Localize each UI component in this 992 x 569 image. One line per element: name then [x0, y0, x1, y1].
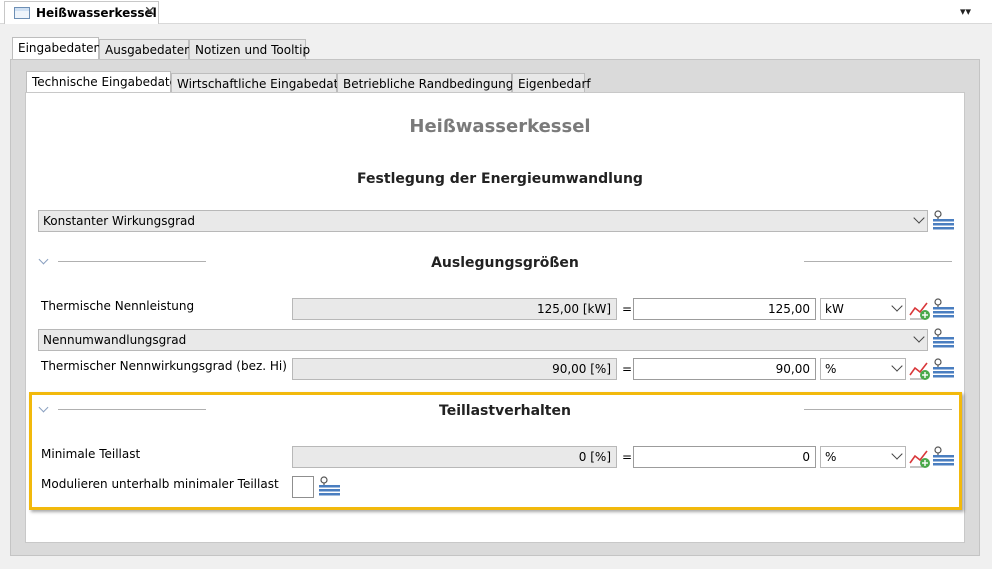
chevron-down-icon [891, 448, 903, 460]
section-heading-auslegungsgroessen: Auslegungsgrößen [431, 255, 579, 271]
tab-wirtschaftliche-eingabedaten[interactable]: Wirtschaftliche Eingabedaten [171, 73, 353, 94]
divider [58, 261, 206, 262]
equals-sign: = [622, 362, 633, 376]
nennleistung-input[interactable]: 125,00 [633, 298, 816, 320]
tab-eingabedaten[interactable]: Eingabedaten [12, 37, 101, 60]
divider [804, 409, 952, 410]
equals-sign: = [622, 302, 633, 316]
unit-value: kW [825, 302, 844, 316]
pin-list-icon[interactable] [318, 475, 340, 497]
chart-add-icon[interactable] [909, 447, 931, 469]
field-label-minimale-teillast: Minimale Teillast [41, 447, 141, 461]
tab-eigenbedarf[interactable]: Eigenbedarf [512, 73, 591, 94]
nennwirkungsgrad-input[interactable]: 90,00 [633, 358, 816, 380]
field-label-modulieren: Modulieren unterhalb minimaler Teillast [41, 477, 279, 491]
section-heading-energieumwandlung: Festlegung der Energieumwandlung [357, 171, 643, 187]
unit-value: % [825, 362, 837, 376]
computed-nennwirkungsgrad: 90,00 [%] [292, 358, 617, 380]
nennumwandlungsgrad-select[interactable]: Nennumwandlungsgrad [38, 329, 928, 351]
view-menu-icon[interactable]: ▾▾ [960, 5, 971, 18]
chart-add-icon[interactable] [909, 299, 931, 321]
chevron-down-icon [891, 360, 903, 372]
unit-value: % [825, 450, 837, 464]
chart-add-icon[interactable] [909, 359, 931, 381]
chevron-down-icon [913, 331, 925, 343]
tab-betriebliche-randbedingungen[interactable]: Betriebliche Randbedingungen [337, 73, 528, 94]
conversion-mode-select[interactable]: Konstanter Wirkungsgrad [38, 210, 928, 232]
close-icon[interactable]: ✕ [144, 4, 156, 20]
minimale-teillast-input[interactable]: 0 [633, 446, 816, 468]
divider [804, 261, 952, 262]
nennwirkungsgrad-unit-select[interactable]: % [820, 358, 906, 380]
chevron-down-icon [891, 300, 903, 312]
tab-ausgabedaten[interactable]: Ausgabedaten [99, 39, 192, 60]
editor-tab[interactable]: Heißwasserkessel ✕ [4, 1, 159, 24]
computed-nennleistung: 125,00 [kW] [292, 298, 617, 320]
pin-list-icon[interactable] [932, 209, 954, 231]
minimale-teillast-unit-select[interactable]: % [820, 446, 906, 468]
computed-minimale-teillast: 0 [%] [292, 446, 617, 468]
equals-sign: = [622, 450, 633, 464]
form-title: Heißwasserkessel [409, 116, 591, 137]
field-label-nennleistung: Thermische Nennleistung [41, 299, 195, 313]
nennleistung-unit-select[interactable]: kW [820, 298, 906, 320]
field-label-nennwirkungsgrad: Thermischer Nennwirkungsgrad (bez. Hi) [41, 359, 287, 373]
tab-notizen-und-tooltip[interactable]: Notizen und Tooltip [189, 39, 310, 60]
editor-tab-title: Heißwasserkessel [36, 6, 157, 20]
tab-technische-eingabedaten[interactable]: Technische Eingabedaten [26, 71, 185, 94]
conversion-mode-value: Konstanter Wirkungsgrad [43, 214, 196, 228]
window-icon [14, 7, 30, 19]
chevron-down-icon [913, 212, 925, 224]
section-heading-teillastverhalten: Teillastverhalten [439, 403, 571, 419]
pin-list-icon[interactable] [932, 357, 954, 379]
pin-list-icon[interactable] [932, 445, 954, 467]
pin-list-icon[interactable] [932, 327, 954, 349]
nennumwandlungsgrad-value: Nennumwandlungsgrad [43, 333, 187, 347]
divider [58, 409, 206, 410]
pin-list-icon[interactable] [932, 297, 954, 319]
modulieren-checkbox[interactable] [292, 476, 314, 498]
